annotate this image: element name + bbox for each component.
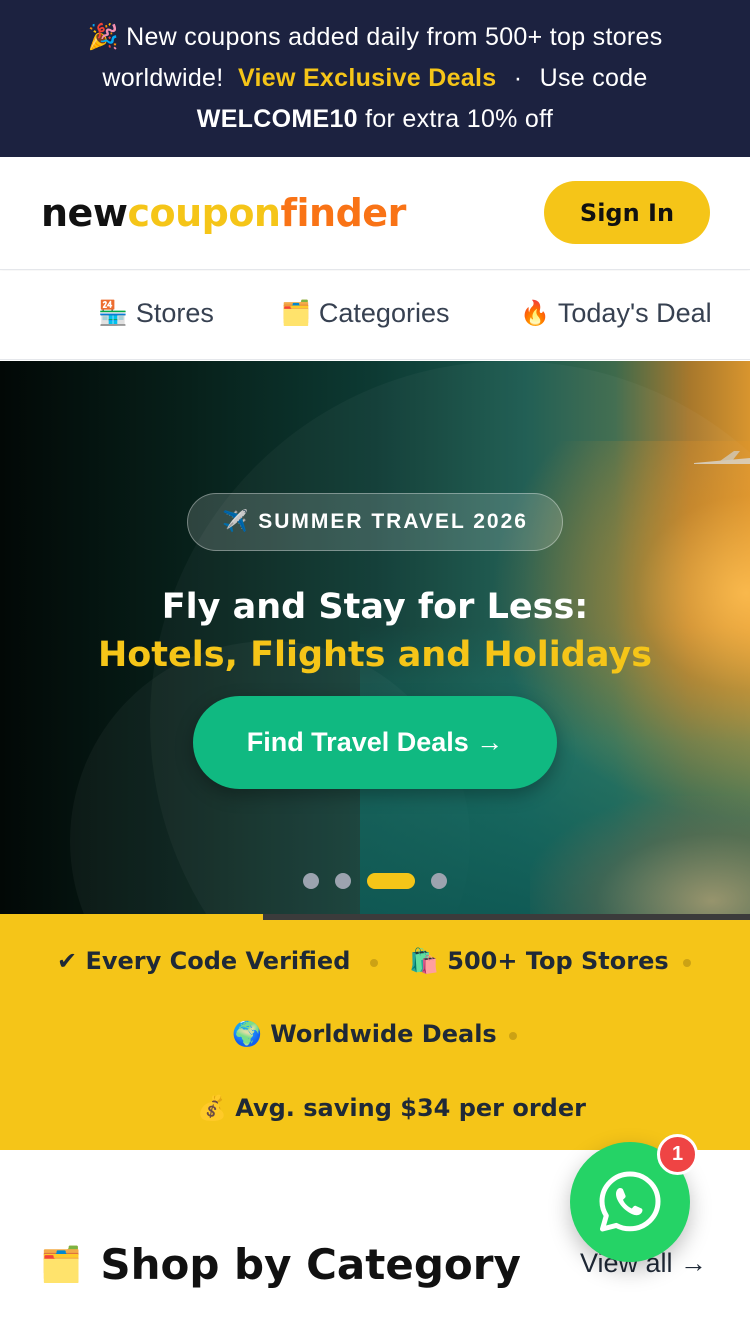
announcement-line-2: worldwide! View Exclusive Deals · Use co… bbox=[0, 58, 750, 99]
find-travel-deals-button[interactable]: Find Travel Deals → bbox=[193, 696, 557, 789]
money-bag-icon: 💰 bbox=[197, 1094, 227, 1122]
logo-part-finder: finder bbox=[280, 191, 406, 235]
announcement-text: New coupons added daily from 500+ top st… bbox=[126, 23, 663, 51]
sign-in-button[interactable]: Sign In bbox=[544, 181, 710, 244]
categories-icon: 🗂️ bbox=[281, 300, 311, 327]
trust-separator-dot bbox=[683, 959, 691, 967]
category-nav: 🏪 Stores 🗂️ Categories 🔥 Today's Deals bbox=[0, 271, 750, 360]
hero-badge: ✈️ SUMMER TRAVEL 2026 bbox=[187, 493, 563, 551]
store-icon: 🏪 bbox=[98, 300, 128, 327]
trust-strip: ✔ Every Code Verified 🛍️ 500+ Top Stores… bbox=[0, 920, 750, 1150]
shopping-bags-icon: 🛍️ bbox=[409, 947, 439, 975]
whatsapp-icon bbox=[599, 1171, 661, 1232]
announcement-line-1: 🎉 New coupons added daily from 500+ top … bbox=[0, 17, 750, 58]
carousel-dot[interactable] bbox=[431, 873, 447, 889]
announcement-bar: 🎉 New coupons added daily from 500+ top … bbox=[0, 0, 750, 157]
nav-item-categories[interactable]: 🗂️ Categories bbox=[281, 298, 449, 329]
trust-item-label: Every Code Verified bbox=[85, 947, 351, 975]
notification-badge: 1 bbox=[657, 1134, 698, 1175]
promo-code: WELCOME10 bbox=[196, 105, 358, 133]
trust-item-verified: ✔ Every Code Verified bbox=[57, 947, 350, 975]
site-header: newcouponfinder Sign In bbox=[0, 157, 750, 270]
airplane-icon: ✈️ bbox=[222, 510, 249, 533]
globe-icon: 🌍 bbox=[232, 1020, 262, 1048]
nav-item-label: Categories bbox=[318, 298, 450, 328]
hero-beach-image bbox=[530, 796, 750, 916]
section-title: 🗂️ Shop by Category bbox=[40, 1240, 521, 1289]
use-code-text: Use code bbox=[539, 64, 648, 92]
nav-item-stores[interactable]: 🏪 Stores bbox=[98, 298, 214, 329]
announcement-line-3: WELCOME10 for extra 10% off bbox=[0, 99, 750, 140]
carousel-dots bbox=[303, 873, 447, 889]
separator: · bbox=[513, 64, 523, 92]
announcement-text-worldwide: worldwide! bbox=[102, 64, 224, 92]
trust-item-label: 500+ Top Stores bbox=[447, 947, 669, 975]
fire-icon: 🔥 bbox=[520, 300, 550, 327]
section-title-text: Shop by Category bbox=[100, 1240, 521, 1289]
view-exclusive-deals-link[interactable]: View Exclusive Deals bbox=[238, 64, 496, 92]
nav-item-label: Stores bbox=[135, 298, 214, 328]
hero-carousel[interactable]: ✈️ SUMMER TRAVEL 2026 Fly and Stay for L… bbox=[0, 361, 750, 916]
trust-item-worldwide: 🌍 Worldwide Deals bbox=[232, 1020, 497, 1048]
nav-item-label: Today's Deals bbox=[557, 298, 712, 328]
site-logo[interactable]: newcouponfinder bbox=[41, 191, 406, 235]
promo-code-suffix: for extra 10% off bbox=[365, 105, 554, 133]
logo-part-new: new bbox=[41, 191, 128, 235]
trust-item-label: Worldwide Deals bbox=[270, 1020, 497, 1048]
trust-item-avg-saving: 💰 Avg. saving $34 per order bbox=[197, 1094, 586, 1122]
carousel-dot[interactable] bbox=[335, 873, 351, 889]
hero-title: Fly and Stay for Less: Hotels, Flights a… bbox=[0, 583, 750, 679]
check-icon: ✔ bbox=[57, 947, 78, 975]
airplane-image bbox=[694, 451, 750, 464]
trust-item-stores: 🛍️ 500+ Top Stores bbox=[409, 947, 669, 975]
party-popper-icon: 🎉 bbox=[87, 23, 119, 51]
hero-badge-label: SUMMER TRAVEL 2026 bbox=[258, 510, 528, 533]
nav-scroll-area[interactable]: 🏪 Stores 🗂️ Categories 🔥 Today's Deals bbox=[0, 271, 712, 359]
trust-separator-dot bbox=[370, 959, 378, 967]
hero-title-line-1: Fly and Stay for Less: bbox=[161, 587, 589, 627]
trust-separator-dot bbox=[509, 1032, 517, 1040]
logo-part-coupon: coupon bbox=[127, 191, 281, 235]
trust-item-label: Avg. saving $34 per order bbox=[235, 1094, 586, 1122]
card-index-icon: 🗂️ bbox=[40, 1244, 83, 1285]
nav-item-todays-deals[interactable]: 🔥 Today's Deals bbox=[520, 298, 712, 329]
hero-title-line-2: Hotels, Flights and Holidays bbox=[97, 635, 653, 675]
carousel-dot-active[interactable] bbox=[367, 873, 415, 889]
carousel-dot[interactable] bbox=[303, 873, 319, 889]
